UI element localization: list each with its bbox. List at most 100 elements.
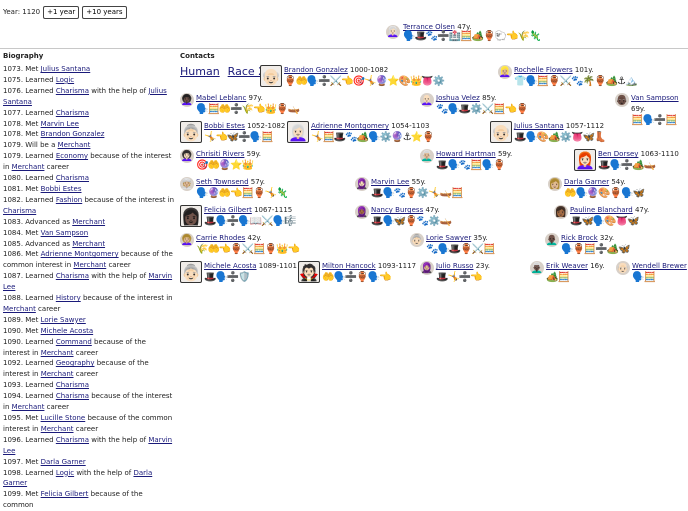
contact-card[interactable]: 🧕🏾 Nancy Burgess 47y. 🎩🗣️🦋🏺🐾⚙️🛶 bbox=[355, 205, 452, 227]
biography-link[interactable]: Bobbi Estes bbox=[41, 185, 82, 193]
contact-card[interactable]: 👴🏻 Brandon Gonzalez 1000-1082 🏺🤲🗣️➗⚔️👈🎯🤸🔮⭐… bbox=[260, 65, 445, 87]
contact-card[interactable]: 🧕🏻 Marvin Lee 55y. 🎩🗣️🐾🏺⚙️🤸🛶🧮 bbox=[355, 177, 464, 199]
contact-name-link[interactable]: Darla Garner bbox=[564, 178, 609, 186]
contact-header: Rick Brock 32y. bbox=[561, 233, 630, 244]
biography-link[interactable]: Felicia Gilbert bbox=[41, 490, 89, 498]
contact-avatar: 👴🏻 bbox=[490, 121, 512, 143]
biography-text: career bbox=[35, 304, 61, 313]
contact-card[interactable]: 👩🏼‍🦱 Carrie Rhodes 42y. 🌾🤲👈🏺⚔️🧮🏺👑👈 bbox=[180, 233, 300, 255]
biography-link[interactable]: Merchant bbox=[12, 163, 45, 171]
biography-link[interactable]: Merchant bbox=[58, 141, 91, 149]
contact-details: Adrienne Montgomery 1054-1103 🤸🧮🎩🐾🏕️🗣️⚙️🔮… bbox=[311, 121, 434, 143]
contact-traits: 🗣️🧮🤲➗🌾👈👑🏺🛶 bbox=[196, 104, 300, 115]
contact-card[interactable]: 👩🏻‍🦲 Joshua Velez 85y. 🐾🗣️🎩⚙️⚔️🧮👈🏺 bbox=[420, 93, 529, 115]
contact-name-link[interactable]: Joshua Velez bbox=[436, 94, 480, 102]
biography-link[interactable]: Charisma bbox=[56, 381, 89, 389]
contact-name-link[interactable]: Milton Hancock bbox=[322, 262, 376, 270]
plus-one-year-button[interactable]: +1 year bbox=[43, 5, 80, 19]
contact-header: Adrienne Montgomery 1054-1103 bbox=[311, 121, 433, 132]
contact-name-link[interactable]: Lorie Sawyer bbox=[426, 234, 471, 242]
biography-link[interactable]: Charisma bbox=[56, 436, 89, 444]
contact-name-link[interactable]: Felicia Gilbert bbox=[204, 206, 252, 214]
contact-card[interactable]: 🧛🏻 Milton Hancock 1093-1117 🤲🗣️➗🏺🗣️👈 bbox=[298, 261, 416, 283]
contact-card[interactable]: 👨🏿‍🦳 Erik Weaver 16y. 🏕️🧮 bbox=[530, 261, 604, 283]
contact-card[interactable]: 👩🏿 Felicia Gilbert 1067-1115 🎩🗣️➗🗣️📖⚔️🗣️🎼 bbox=[180, 205, 297, 227]
biography-text: 1086. Met bbox=[3, 250, 41, 259]
biography-link[interactable]: Charisma bbox=[56, 392, 89, 400]
contact-card[interactable]: 👩🏾 Pauline Blanchard 47y. 🎩🦋🗣️🎨👅🦋 bbox=[554, 205, 649, 227]
biography-link[interactable]: History bbox=[56, 294, 81, 302]
contact-name-link[interactable]: Marvin Lee bbox=[371, 178, 409, 186]
contact-name-link[interactable]: Julio Russo bbox=[436, 262, 473, 270]
biography-link[interactable]: Command bbox=[56, 338, 92, 346]
biography-link[interactable]: Merchant bbox=[72, 218, 105, 226]
biography-link[interactable]: Van Sampson bbox=[41, 229, 89, 237]
contact-card[interactable]: 👴🏻 Wendell Brewer 🗣️🧮 bbox=[616, 261, 687, 283]
contact-card[interactable]: 👩🏻‍🦰 Ben Dorsey 1063-1110 🎩🗣️➗🏕️🛶 bbox=[574, 149, 679, 171]
biography-link[interactable]: Merchant bbox=[41, 370, 74, 378]
contact-name-link[interactable]: Chrisiti Rivers bbox=[196, 150, 244, 158]
biography-link[interactable]: Merchant bbox=[12, 403, 45, 411]
biography-link[interactable]: Charisma bbox=[3, 207, 36, 215]
contact-card[interactable]: 👳🏼 Seth Townsend 57y. 🗣️🔮🤲👈🧮🏺🤸🦎 bbox=[180, 177, 289, 199]
biography-link[interactable]: Darla Garner bbox=[41, 458, 86, 466]
biography-link[interactable]: Lorie Sawyer bbox=[41, 316, 86, 324]
contact-card[interactable]: 👨🏼‍🦳 Howard Hartman 59y. 🎩🗣️🐾🧮🗣️🏺 bbox=[420, 149, 512, 171]
biography-link[interactable]: Merchant bbox=[72, 240, 105, 248]
biography-text: with the help of bbox=[89, 435, 149, 444]
contact-card[interactable]: 👵🏻 Bobbi Estes 1052-1082 🤸👈🦋➗🗣️🧮 bbox=[180, 121, 285, 143]
biography-link[interactable]: Economy bbox=[56, 152, 88, 160]
contact-name-link[interactable]: Erik Weaver bbox=[546, 262, 588, 270]
contact-name-link[interactable]: Carrie Rhodes bbox=[196, 234, 245, 242]
biography-link[interactable]: Logic bbox=[56, 469, 74, 477]
contact-name-link[interactable]: Ben Dorsey bbox=[598, 150, 638, 158]
biography-link[interactable]: Merchant bbox=[41, 349, 74, 357]
contact-name-link[interactable]: Mabel Leblanc bbox=[196, 94, 246, 102]
biography-link[interactable]: Julius Santana bbox=[41, 65, 91, 73]
contact-avatar: 👩🏿‍🦱 bbox=[180, 93, 194, 107]
contact-name-link[interactable]: Seth Townsend bbox=[196, 178, 249, 186]
contact-name-link[interactable]: Michele Acosta bbox=[204, 262, 257, 270]
contact-name-link[interactable]: Pauline Blanchard bbox=[570, 206, 633, 214]
contact-traits: 🎩🗣️➗🗣️📖⚔️🗣️🎼 bbox=[204, 216, 297, 227]
biography-link[interactable]: Geography bbox=[56, 359, 95, 367]
biography-link[interactable]: Brandon Gonzalez bbox=[41, 130, 105, 138]
contacts-heading: Contacts bbox=[180, 52, 215, 60]
contact-card[interactable]: 👱🏼‍♀️ Rochelle Flowers 101y. 👕🗣️🧮🏺⚔️🐾🌴🏺🏕️⚓… bbox=[498, 65, 637, 87]
main-person-name[interactable]: Terrance Olsen bbox=[403, 23, 455, 31]
contact-card[interactable]: 🧕🏼 Julio Russo 23y. 🎩🤸➗👈 bbox=[420, 261, 490, 283]
biography-link[interactable]: Logic bbox=[56, 76, 74, 84]
contact-card[interactable]: 👩🏼 Darla Garner 54y. 🤲🗣️🔮🎨🏺🗣️🦋 bbox=[548, 177, 645, 199]
biography-link[interactable]: Charisma bbox=[56, 272, 89, 280]
contact-name-link[interactable]: Wendell Brewer bbox=[632, 262, 687, 270]
contact-card[interactable]: 👩🏻‍🦱 Chrisiti Rivers 59y. 🎯🤲🔮⭐👑 bbox=[180, 149, 261, 171]
contact-card[interactable]: 👨🏿‍🦲 Rick Brock 32y. 🗣️🏺🧮➗🏕️🦋 bbox=[545, 233, 631, 255]
contact-name-link[interactable]: Bobbi Estes bbox=[204, 122, 245, 130]
biography-text: 1076. Learned bbox=[3, 86, 56, 95]
contact-name-link[interactable]: Howard Hartman bbox=[436, 150, 496, 158]
contact-card[interactable]: 👵🏻 Michele Acosta 1089-1101 🎩🗣️➗🛡️ bbox=[180, 261, 297, 283]
contact-name-link[interactable]: Rick Brock bbox=[561, 234, 598, 242]
biography-link[interactable]: Merchant bbox=[3, 305, 36, 313]
biography-link[interactable]: Adrienne Montgomery bbox=[41, 250, 119, 258]
contact-name-link[interactable]: Rochelle Flowers bbox=[514, 66, 573, 74]
biography-link[interactable]: Charisma bbox=[56, 109, 89, 117]
plus-ten-years-button[interactable]: +10 years bbox=[82, 5, 127, 19]
biography-link[interactable]: Michele Acosta bbox=[41, 327, 94, 335]
contact-name-link[interactable]: Adrienne Montgomery bbox=[311, 122, 389, 130]
biography-link[interactable]: Fashion bbox=[56, 196, 82, 204]
contact-name-link[interactable]: Van Sampson bbox=[631, 94, 679, 102]
contact-name-link[interactable]: Nancy Burgess bbox=[371, 206, 423, 214]
biography-link[interactable]: Charisma bbox=[56, 174, 89, 182]
biography-link[interactable]: Lucille Stone bbox=[41, 414, 86, 422]
contact-card[interactable]: 👵🏻 Lorie Sawyer 35y. 🐾🗣️🎩🏺⚔️🧮 bbox=[410, 233, 496, 255]
biography-link[interactable]: Marvin Lee bbox=[41, 120, 79, 128]
contact-card[interactable]: 👴🏻 Julius Santana 1057-1112 🎩🗣️🎨🏕️⚙️👅🦋👢 bbox=[490, 121, 607, 143]
biography-link[interactable]: Charisma bbox=[56, 87, 89, 95]
contact-card[interactable]: 👩🏻‍🦳 Adrienne Montgomery 1054-1103 🤸🧮🎩🐾🏕️🗣… bbox=[287, 121, 434, 143]
biography-link[interactable]: Merchant bbox=[73, 261, 106, 269]
contact-card[interactable]: 👩🏿‍🦱 Mabel Leblanc 97y. 🗣️🧮🤲➗🌾👈👑🏺🛶 bbox=[180, 93, 300, 115]
contact-name-link[interactable]: Julius Santana bbox=[514, 122, 564, 130]
biography-link[interactable]: Merchant bbox=[41, 425, 74, 433]
contact-name-link[interactable]: Brandon Gonzalez bbox=[284, 66, 348, 74]
